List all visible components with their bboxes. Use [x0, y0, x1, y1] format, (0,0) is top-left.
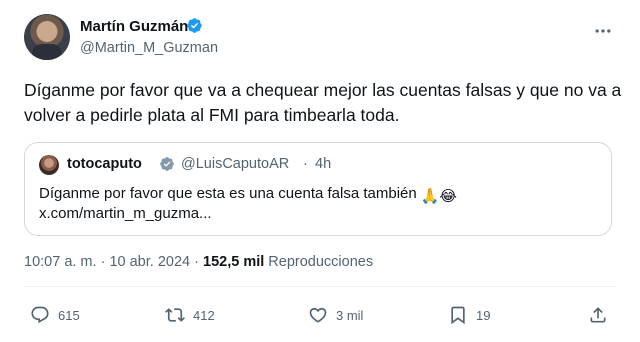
more-options-button[interactable]	[592, 20, 614, 42]
repost-icon	[165, 308, 185, 322]
quote-link[interactable]: x.com/martin_m_guzma...	[39, 205, 212, 222]
more-icon	[595, 29, 611, 33]
quote-text-content: Díganme por favor que esta es una cuenta…	[39, 185, 417, 202]
share-button[interactable]	[588, 304, 608, 326]
tweet-text: Díganme por favor que va a chequear mejo…	[24, 80, 622, 125]
quote-timestamp: 4h	[315, 156, 332, 172]
bookmark-button[interactable]: 19	[448, 304, 490, 326]
tweet-card: Martín Guzmán @Martin_M_Guzman Díganme p…	[0, 0, 640, 342]
quote-text: Díganme por favor que esta es una cuenta…	[39, 183, 599, 207]
quote-emojis: 🙏😂	[420, 188, 457, 205]
bookmark-count: 19	[476, 307, 491, 323]
verified-badge-icon	[160, 157, 174, 171]
reply-button[interactable]: 615	[30, 304, 80, 326]
quoted-tweet[interactable]: totocaputo @LuisCaputoAR · 4h Díganme po…	[24, 142, 612, 236]
repost-button[interactable]: 412	[165, 304, 215, 326]
verified-badge-icon	[187, 18, 202, 33]
bookmark-icon	[451, 306, 465, 325]
meta-separator: ·	[100, 254, 106, 270]
like-button[interactable]: 3 mil	[308, 304, 363, 326]
meta-separator: ·	[194, 254, 199, 270]
author-handle[interactable]: @Martin_M_Guzman	[80, 40, 218, 56]
reply-count: 615	[58, 307, 80, 323]
views-label: Reproducciones	[268, 254, 374, 270]
share-icon	[590, 307, 606, 323]
divider	[24, 286, 616, 287]
author-display-name[interactable]: Martín Guzmán	[80, 18, 188, 35]
like-icon	[309, 307, 327, 323]
reply-icon	[31, 306, 49, 324]
quote-author-display-name: totocaputo	[67, 156, 142, 172]
quote-author-handle: @LuisCaputoAR	[181, 156, 290, 172]
tweet-time[interactable]: 10:07 a. m.	[24, 254, 97, 270]
tweet-date[interactable]: 10 abr. 2024	[109, 254, 190, 270]
tweet-meta: 10:07 a. m. · 10 abr. 2024 · 152,5 mil R…	[24, 254, 373, 270]
quote-separator: ·	[303, 156, 308, 172]
quote-author-avatar[interactable]	[39, 155, 59, 175]
like-count: 3 mil	[336, 307, 364, 323]
author-avatar[interactable]	[24, 14, 70, 60]
repost-count: 412	[193, 307, 215, 323]
views-count: 152,5 mil	[203, 254, 265, 270]
